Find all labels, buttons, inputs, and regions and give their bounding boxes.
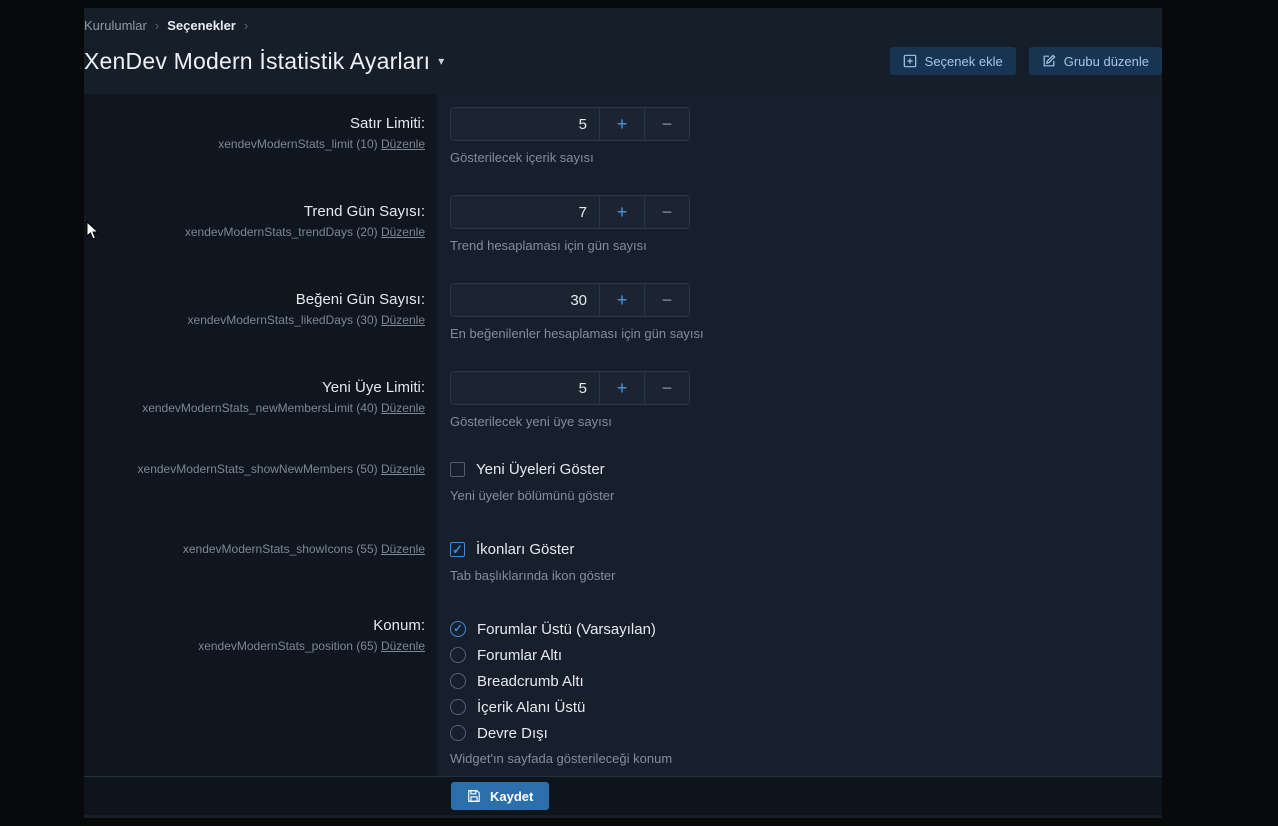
breadcrumb: Kurulumlar › Seçenekler › — [84, 8, 1162, 38]
increment-button[interactable]: + — [599, 196, 644, 228]
option-row-newmemberslimit: Yeni Üye Limiti: xendevModernStats_newMe… — [84, 358, 1162, 446]
page: Kurulumlar › Seçenekler › XenDev Modern … — [0, 0, 1278, 826]
option-edit-link[interactable]: Düzenle — [381, 542, 425, 556]
add-option-button[interactable]: Seçenek ekle — [890, 47, 1016, 75]
option-meta: xendevModernStats_showIcons (55) Düzenle — [94, 542, 425, 556]
number-input[interactable] — [451, 196, 599, 228]
option-meta: xendevModernStats_newMembersLimit (40) D… — [94, 401, 425, 415]
checkbox-option-showicons[interactable]: ✓ İkonları Göster — [450, 539, 1146, 559]
breadcrumb-item-kurulumlar[interactable]: Kurulumlar — [84, 18, 147, 33]
option-id: xendevModernStats_position (65) — [198, 639, 377, 653]
radio-icon — [450, 725, 466, 741]
option-row-likeddays: Beğeni Gün Sayısı: xendevModernStats_lik… — [84, 270, 1162, 358]
number-input[interactable] — [451, 284, 599, 316]
option-id: xendevModernStats_showNewMembers (50) — [138, 462, 378, 476]
option-label: Trend Gün Sayısı: — [94, 203, 425, 220]
save-floppy-icon — [467, 789, 481, 803]
radio-option-disabled[interactable]: Devre Dışı — [450, 720, 1146, 746]
option-edit-link[interactable]: Düzenle — [381, 639, 425, 653]
checkbox-unchecked-icon — [450, 462, 465, 477]
checkbox-label: Yeni Üyeleri Göster — [476, 461, 605, 478]
option-hint: Trend hesaplaması için gün sayısı — [450, 238, 1146, 253]
content-panel: Kurulumlar › Seçenekler › XenDev Modern … — [84, 8, 1162, 818]
title-row: XenDev Modern İstatistik Ayarları ▾ Seçe… — [84, 42, 1162, 80]
decrement-button[interactable]: − — [644, 196, 689, 228]
edit-pencil-icon — [1042, 54, 1056, 68]
option-row-limit: Satır Limiti: xendevModernStats_limit (1… — [84, 94, 1162, 182]
increment-button[interactable]: + — [599, 284, 644, 316]
radio-selected-icon: ✓ — [450, 621, 466, 637]
edit-group-button[interactable]: Grubu düzenle — [1029, 47, 1162, 75]
page-title: XenDev Modern İstatistik Ayarları ▾ — [84, 48, 444, 75]
decrement-button[interactable]: − — [644, 284, 689, 316]
page-title-text: XenDev Modern İstatistik Ayarları — [84, 48, 430, 75]
option-meta: xendevModernStats_position (65) Düzenle — [94, 639, 425, 653]
option-hint: Gösterilecek yeni üye sayısı — [450, 414, 1146, 429]
chevron-down-icon[interactable]: ▾ — [438, 54, 444, 68]
option-row-showicons: xendevModernStats_showIcons (55) Düzenle… — [84, 526, 1162, 606]
option-id: xendevModernStats_likedDays (30) — [188, 313, 378, 327]
number-input[interactable] — [451, 372, 599, 404]
option-label: Yeni Üye Limiti: — [94, 379, 425, 396]
breadcrumb-item-secenekler[interactable]: Seçenekler — [167, 18, 236, 33]
decrement-button[interactable]: − — [644, 372, 689, 404]
checkbox-label: İkonları Göster — [476, 541, 574, 558]
option-label: Konum: — [94, 617, 425, 634]
checkbox-checked-icon: ✓ — [450, 542, 465, 557]
radio-icon — [450, 647, 466, 663]
option-hint: Gösterilecek içerik sayısı — [450, 150, 1146, 165]
number-stepper: + − — [450, 371, 690, 405]
add-square-icon — [903, 54, 917, 68]
option-edit-link[interactable]: Düzenle — [381, 313, 425, 327]
option-hint: Tab başlıklarında ikon göster — [450, 568, 1146, 583]
form-footer: Kaydet — [84, 776, 1162, 815]
radio-option-forums-below[interactable]: Forumlar Altı — [450, 642, 1146, 668]
option-edit-link[interactable]: Düzenle — [381, 462, 425, 476]
option-id: xendevModernStats_newMembersLimit (40) — [142, 401, 377, 415]
option-hint: Yeni üyeler bölümünü göster — [450, 488, 1146, 503]
radio-option-content-above[interactable]: İçerik Alanı Üstü — [450, 694, 1146, 720]
number-input[interactable] — [451, 108, 599, 140]
number-stepper: + − — [450, 195, 690, 229]
option-row-shownewmembers: xendevModernStats_showNewMembers (50) Dü… — [84, 446, 1162, 526]
option-edit-link[interactable]: Düzenle — [381, 225, 425, 239]
radio-option-breadcrumb-below[interactable]: Breadcrumb Altı — [450, 668, 1146, 694]
options-form: Satır Limiti: xendevModernStats_limit (1… — [84, 94, 1162, 815]
option-id: xendevModernStats_limit (10) — [218, 137, 377, 151]
checkbox-option-shownewmembers[interactable]: Yeni Üyeleri Göster — [450, 459, 1146, 479]
option-meta: xendevModernStats_likedDays (30) Düzenle — [94, 313, 425, 327]
option-id: xendevModernStats_trendDays (20) — [185, 225, 378, 239]
option-edit-link[interactable]: Düzenle — [381, 137, 425, 151]
decrement-button[interactable]: − — [644, 108, 689, 140]
option-meta: xendevModernStats_trendDays (20) Düzenle — [94, 225, 425, 239]
increment-button[interactable]: + — [599, 108, 644, 140]
number-stepper: + − — [450, 107, 690, 141]
option-id: xendevModernStats_showIcons (55) — [183, 542, 378, 556]
option-row-position: Konum: xendevModernStats_position (65) D… — [84, 606, 1162, 776]
option-hint: En beğenilenler hesaplaması için gün say… — [450, 326, 1146, 341]
option-label: Satır Limiti: — [94, 115, 425, 132]
option-label: Beğeni Gün Sayısı: — [94, 291, 425, 308]
option-edit-link[interactable]: Düzenle — [381, 401, 425, 415]
header-buttons: Seçenek ekle Grubu düzenle — [890, 47, 1162, 75]
option-row-trenddays: Trend Gün Sayısı: xendevModernStats_tren… — [84, 182, 1162, 270]
breadcrumb-separator: › — [244, 18, 248, 33]
option-meta: xendevModernStats_showNewMembers (50) Dü… — [94, 462, 425, 476]
radio-icon — [450, 699, 466, 715]
radio-option-forums-above[interactable]: ✓ Forumlar Üstü (Varsayılan) — [450, 616, 1146, 642]
radio-icon — [450, 673, 466, 689]
option-hint: Widget'ın sayfada gösterileceği konum — [450, 751, 1146, 766]
option-meta: xendevModernStats_limit (10) Düzenle — [94, 137, 425, 151]
save-button[interactable]: Kaydet — [451, 782, 549, 810]
increment-button[interactable]: + — [599, 372, 644, 404]
breadcrumb-separator: › — [155, 18, 159, 33]
number-stepper: + − — [450, 283, 690, 317]
